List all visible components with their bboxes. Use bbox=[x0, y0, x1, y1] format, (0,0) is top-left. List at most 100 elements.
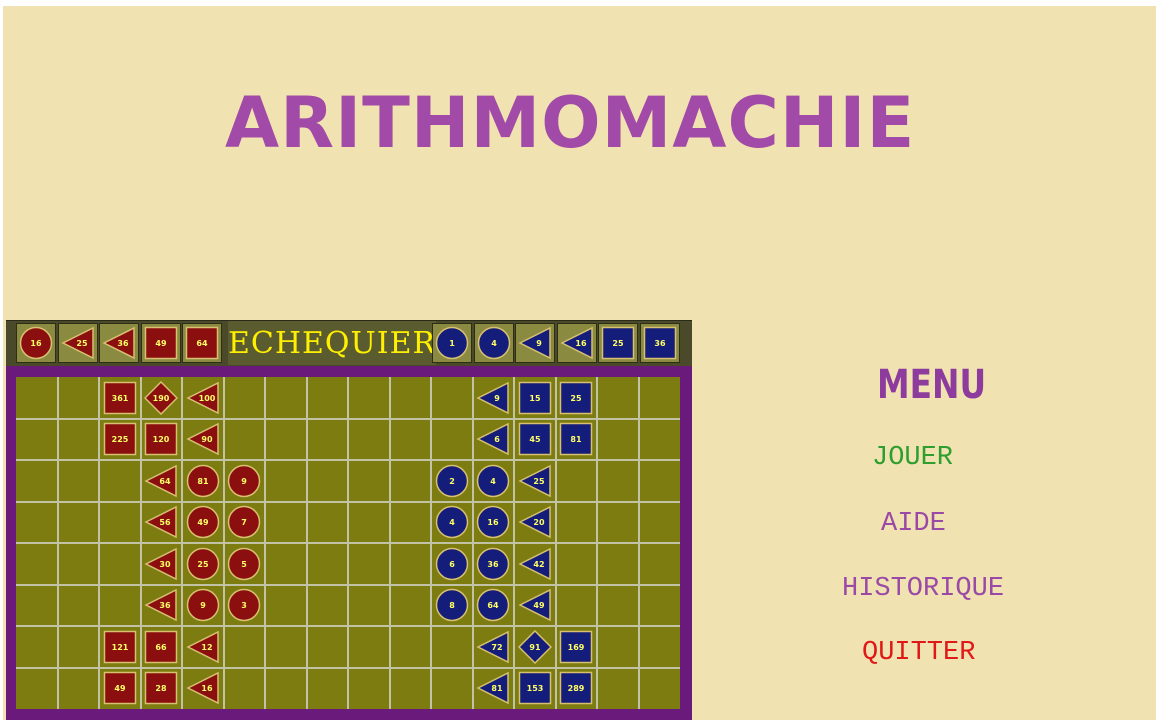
blue-square-piece[interactable]: 36 bbox=[643, 326, 677, 360]
piece-value: 45 bbox=[529, 434, 541, 444]
blue-circle-piece[interactable]: 8 bbox=[435, 588, 469, 622]
blue-square-piece[interactable]: 169 bbox=[559, 630, 593, 664]
blue-square-piece[interactable]: 81 bbox=[559, 422, 593, 456]
red-circle-piece[interactable]: 25 bbox=[186, 547, 220, 581]
blue-triangle-piece[interactable]: 9 bbox=[476, 381, 510, 415]
red-circle-piece[interactable]: 3 bbox=[227, 588, 261, 622]
piece-value: 7 bbox=[241, 517, 247, 527]
piece-value: 30 bbox=[159, 559, 171, 569]
red-square-piece[interactable]: 121 bbox=[103, 630, 137, 664]
blue-triangle-piece[interactable]: 9 bbox=[518, 326, 552, 360]
red-square-piece[interactable]: 66 bbox=[144, 630, 178, 664]
triangle-shape bbox=[476, 422, 509, 456]
piece-value: 8 bbox=[449, 600, 455, 610]
blue-circle-piece[interactable]: 2 bbox=[435, 464, 469, 498]
blue-circle-piece[interactable]: 4 bbox=[477, 326, 511, 360]
grid-line-horizontal bbox=[16, 584, 680, 586]
red-circle-piece[interactable]: 9 bbox=[186, 588, 220, 622]
blue-triangle-piece[interactable]: 20 bbox=[518, 505, 552, 539]
blue-circle-piece[interactable]: 4 bbox=[476, 464, 510, 498]
blue-square-piece[interactable]: 45 bbox=[518, 422, 552, 456]
red-triangle-piece[interactable]: 100 bbox=[186, 381, 220, 415]
piece-value: 361 bbox=[111, 393, 129, 403]
red-triangle-piece[interactable]: 25 bbox=[61, 326, 95, 360]
blue-square-piece[interactable]: 289 bbox=[559, 671, 593, 705]
red-square-piece[interactable]: 49 bbox=[144, 326, 178, 360]
piece-value: 16 bbox=[487, 517, 499, 527]
red-triangle-piece[interactable]: 64 bbox=[144, 464, 178, 498]
red-circle-piece[interactable]: 7 bbox=[227, 505, 261, 539]
blue-diamond-piece[interactable]: 91 bbox=[518, 630, 552, 664]
blue-circle-piece[interactable]: 6 bbox=[435, 547, 469, 581]
captured-slot: 16 bbox=[16, 323, 56, 363]
red-square-piece[interactable]: 28 bbox=[144, 671, 178, 705]
blue-triangle-piece[interactable]: 25 bbox=[518, 464, 552, 498]
red-square-piece[interactable]: 49 bbox=[103, 671, 137, 705]
blue-circle-piece[interactable]: 1 bbox=[435, 326, 469, 360]
triangle-shape bbox=[518, 326, 551, 360]
red-triangle-piece[interactable]: 12 bbox=[186, 630, 220, 664]
menu-item-jouer[interactable]: JOUER bbox=[872, 443, 953, 473]
grid-line-horizontal bbox=[16, 667, 680, 669]
piece-value: 42 bbox=[533, 559, 545, 569]
red-square-piece[interactable]: 225 bbox=[103, 422, 137, 456]
menu-item-historique[interactable]: HISTORIQUE bbox=[842, 574, 1004, 604]
piece-value: 169 bbox=[567, 642, 585, 652]
red-square-piece[interactable]: 64 bbox=[185, 326, 219, 360]
piece-value: 16 bbox=[575, 338, 587, 348]
red-triangle-piece[interactable]: 36 bbox=[144, 588, 178, 622]
blue-circle-piece[interactable]: 36 bbox=[476, 547, 510, 581]
grid-line-horizontal bbox=[16, 459, 680, 461]
triangle-shape bbox=[476, 381, 509, 415]
blue-triangle-piece[interactable]: 6 bbox=[476, 422, 510, 456]
piece-value: 16 bbox=[30, 338, 42, 348]
piece-value: 1 bbox=[449, 338, 455, 348]
piece-value: 36 bbox=[654, 338, 666, 348]
red-circle-piece[interactable]: 16 bbox=[19, 326, 53, 360]
blue-square-piece[interactable]: 25 bbox=[601, 326, 635, 360]
game-board[interactable]: 361 190 100 225 120 90 64 81 9 56 49 7 30 25 5 36 9 3 121 6… bbox=[16, 377, 680, 709]
red-circle-piece[interactable]: 49 bbox=[186, 505, 220, 539]
red-triangle-piece[interactable]: 16 bbox=[186, 671, 220, 705]
piece-value: 190 bbox=[152, 393, 170, 403]
blue-square-piece[interactable]: 153 bbox=[518, 671, 552, 705]
blue-triangle-piece[interactable]: 16 bbox=[560, 326, 594, 360]
piece-value: 6 bbox=[494, 434, 500, 444]
menu-item-quitter[interactable]: QUITTER bbox=[862, 638, 975, 668]
piece-value: 66 bbox=[155, 642, 167, 652]
red-circle-piece[interactable]: 9 bbox=[227, 464, 261, 498]
piece-value: 28 bbox=[155, 683, 167, 693]
blue-square-piece[interactable]: 25 bbox=[559, 381, 593, 415]
piece-value: 20 bbox=[533, 517, 545, 527]
blue-triangle-piece[interactable]: 42 bbox=[518, 547, 552, 581]
piece-value: 49 bbox=[533, 600, 545, 610]
piece-value: 9 bbox=[200, 600, 206, 610]
piece-value: 49 bbox=[155, 338, 167, 348]
red-diamond-piece[interactable]: 190 bbox=[144, 381, 178, 415]
piece-value: 36 bbox=[117, 338, 129, 348]
blue-triangle-piece[interactable]: 81 bbox=[476, 671, 510, 705]
menu-item-aide[interactable]: AIDE bbox=[881, 509, 946, 539]
blue-square-piece[interactable]: 15 bbox=[518, 381, 552, 415]
piece-value: 36 bbox=[159, 600, 171, 610]
blue-circle-piece[interactable]: 64 bbox=[476, 588, 510, 622]
captured-slot: 25 bbox=[58, 323, 98, 363]
piece-value: 25 bbox=[197, 559, 209, 569]
blue-triangle-piece[interactable]: 72 bbox=[476, 630, 510, 664]
red-square-piece[interactable]: 361 bbox=[103, 381, 137, 415]
red-triangle-piece[interactable]: 56 bbox=[144, 505, 178, 539]
red-triangle-piece[interactable]: 90 bbox=[186, 422, 220, 456]
red-triangle-piece[interactable]: 30 bbox=[144, 547, 178, 581]
red-circle-piece[interactable]: 5 bbox=[227, 547, 261, 581]
red-circle-piece[interactable]: 81 bbox=[186, 464, 220, 498]
blue-circle-piece[interactable]: 4 bbox=[435, 505, 469, 539]
board-label: ECHEQUIER bbox=[228, 321, 436, 365]
captured-slot: 4 bbox=[474, 323, 514, 363]
red-triangle-piece[interactable]: 36 bbox=[102, 326, 136, 360]
blue-circle-piece[interactable]: 16 bbox=[476, 505, 510, 539]
piece-value: 49 bbox=[197, 517, 209, 527]
piece-value: 2 bbox=[449, 476, 455, 486]
red-square-piece[interactable]: 120 bbox=[144, 422, 178, 456]
blue-triangle-piece[interactable]: 49 bbox=[518, 588, 552, 622]
grid-line-horizontal bbox=[16, 625, 680, 627]
